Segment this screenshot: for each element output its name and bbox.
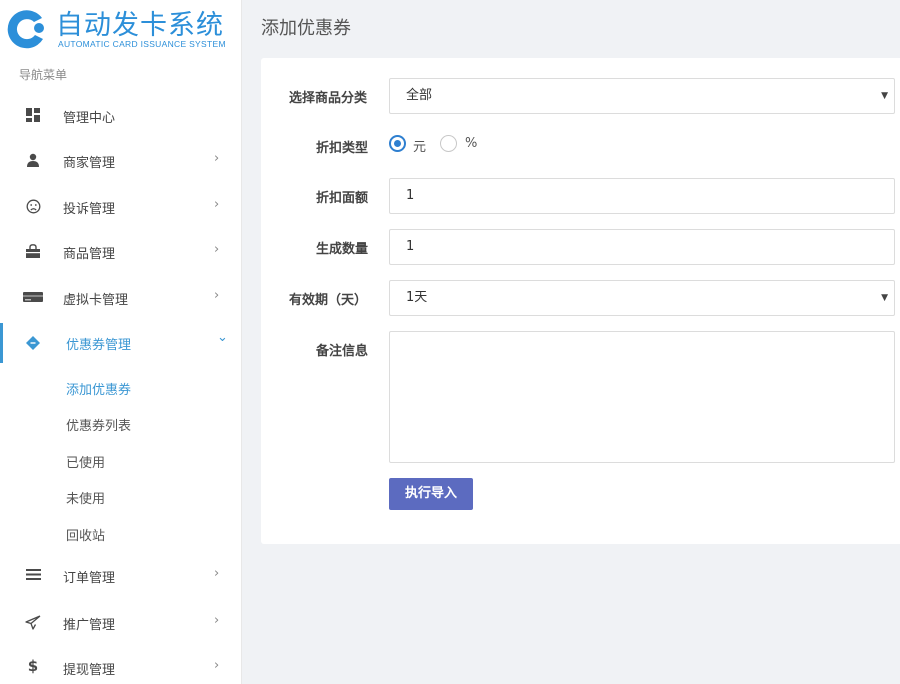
brand-title: 自动发卡系统: [56, 10, 224, 41]
sidebar-item-promotion[interactable]: 推广管理 ›: [0, 603, 242, 643]
sidebar-item-label: 商品管理: [63, 247, 116, 262]
subnav-unused[interactable]: 未使用: [66, 488, 105, 507]
sidebar-item-orders[interactable]: 订单管理 ›: [0, 556, 242, 596]
sidebar-item-label: 商家管理: [63, 156, 116, 171]
subnav-recycle-bin[interactable]: 回收站: [66, 525, 105, 544]
logo-icon: [7, 10, 44, 49]
validity-select[interactable]: 1天 ▼: [389, 280, 895, 316]
chevron-down-icon: ⌄: [217, 330, 228, 345]
sidebar-item-withdrawals[interactable]: $ 提现管理 ›: [0, 648, 242, 684]
quantity-label: 生成数量: [316, 242, 369, 257]
dashboard-icon: [24, 108, 42, 124]
category-label: 选择商品分类: [289, 91, 368, 106]
chevron-right-icon: ›: [214, 151, 220, 166]
validity-select-value: 1天: [406, 290, 428, 305]
ticket-icon: [24, 335, 42, 351]
shopping-bag-icon: [24, 244, 42, 260]
discount-type-yuan-radio[interactable]: [389, 135, 406, 152]
sidebar-item-dashboard[interactable]: 管理中心: [0, 96, 242, 136]
sidebar-item-virtual-cards[interactable]: 虚拟卡管理 ›: [0, 278, 242, 318]
sidebar-item-merchants[interactable]: 商家管理 ›: [0, 141, 242, 181]
discount-type-label: 折扣类型: [316, 141, 369, 156]
sidebar-item-label: 订单管理: [63, 571, 116, 586]
sidebar-item-products[interactable]: 商品管理 ›: [0, 232, 242, 272]
sidebar-item-label: 提现管理: [63, 663, 116, 678]
chevron-right-icon: ›: [214, 566, 220, 581]
sidebar-item-coupons[interactable]: 优惠券管理 ⌄: [0, 323, 242, 363]
quantity-input[interactable]: 1: [389, 229, 895, 265]
discount-type-percent-label[interactable]: %: [465, 136, 477, 151]
logo[interactable]: 自动发卡系统 AUTOMATIC CARD ISSUANCE SYSTEM: [0, 0, 242, 58]
chevron-right-icon: ›: [214, 288, 220, 303]
subnav-coupon-list[interactable]: 优惠券列表: [66, 415, 131, 434]
sidebar-item-label: 投诉管理: [63, 202, 116, 217]
chevron-right-icon: ›: [214, 197, 220, 212]
subnav-add-coupon[interactable]: 添加优惠券: [66, 379, 131, 398]
chevron-right-icon: ›: [214, 242, 220, 257]
chevron-right-icon: ›: [214, 613, 220, 628]
frown-icon: [24, 199, 42, 215]
discount-type-yuan-label[interactable]: 元: [413, 136, 426, 155]
user-icon: [24, 153, 42, 169]
nav-caption: 导航菜单: [19, 68, 68, 82]
sidebar-item-complaints[interactable]: 投诉管理 ›: [0, 187, 242, 227]
dollar-icon: $: [27, 657, 39, 675]
remark-label: 备注信息: [316, 344, 369, 359]
submit-import-button[interactable]: 执行导入: [389, 478, 473, 510]
sidebar-item-label: 推广管理: [63, 618, 116, 633]
category-select[interactable]: 全部 ▼: [389, 78, 895, 114]
amount-label: 折扣面额: [316, 191, 369, 206]
sidebar-item-label: 管理中心: [63, 111, 116, 126]
category-select-value: 全部: [406, 88, 433, 103]
brand-subtitle: AUTOMATIC CARD ISSUANCE SYSTEM: [58, 39, 226, 49]
sidebar-item-label: 优惠券管理: [66, 338, 132, 353]
discount-type-percent-radio[interactable]: [440, 135, 457, 152]
amount-input[interactable]: 1: [389, 178, 895, 214]
list-icon: [24, 568, 42, 584]
sidebar-item-label: 虚拟卡管理: [63, 293, 129, 308]
sidebar: 自动发卡系统 AUTOMATIC CARD ISSUANCE SYSTEM 导航…: [0, 0, 242, 684]
validity-label: 有效期（天）: [289, 293, 368, 308]
caret-down-icon: ▼: [881, 293, 888, 303]
caret-down-icon: ▼: [881, 91, 888, 101]
subnav-used[interactable]: 已使用: [66, 452, 105, 471]
remark-textarea[interactable]: [389, 331, 895, 463]
paper-plane-icon: [24, 615, 42, 631]
page-title: 添加优惠券: [261, 18, 351, 39]
card-icon: [23, 290, 43, 306]
chevron-right-icon: ›: [214, 658, 220, 673]
